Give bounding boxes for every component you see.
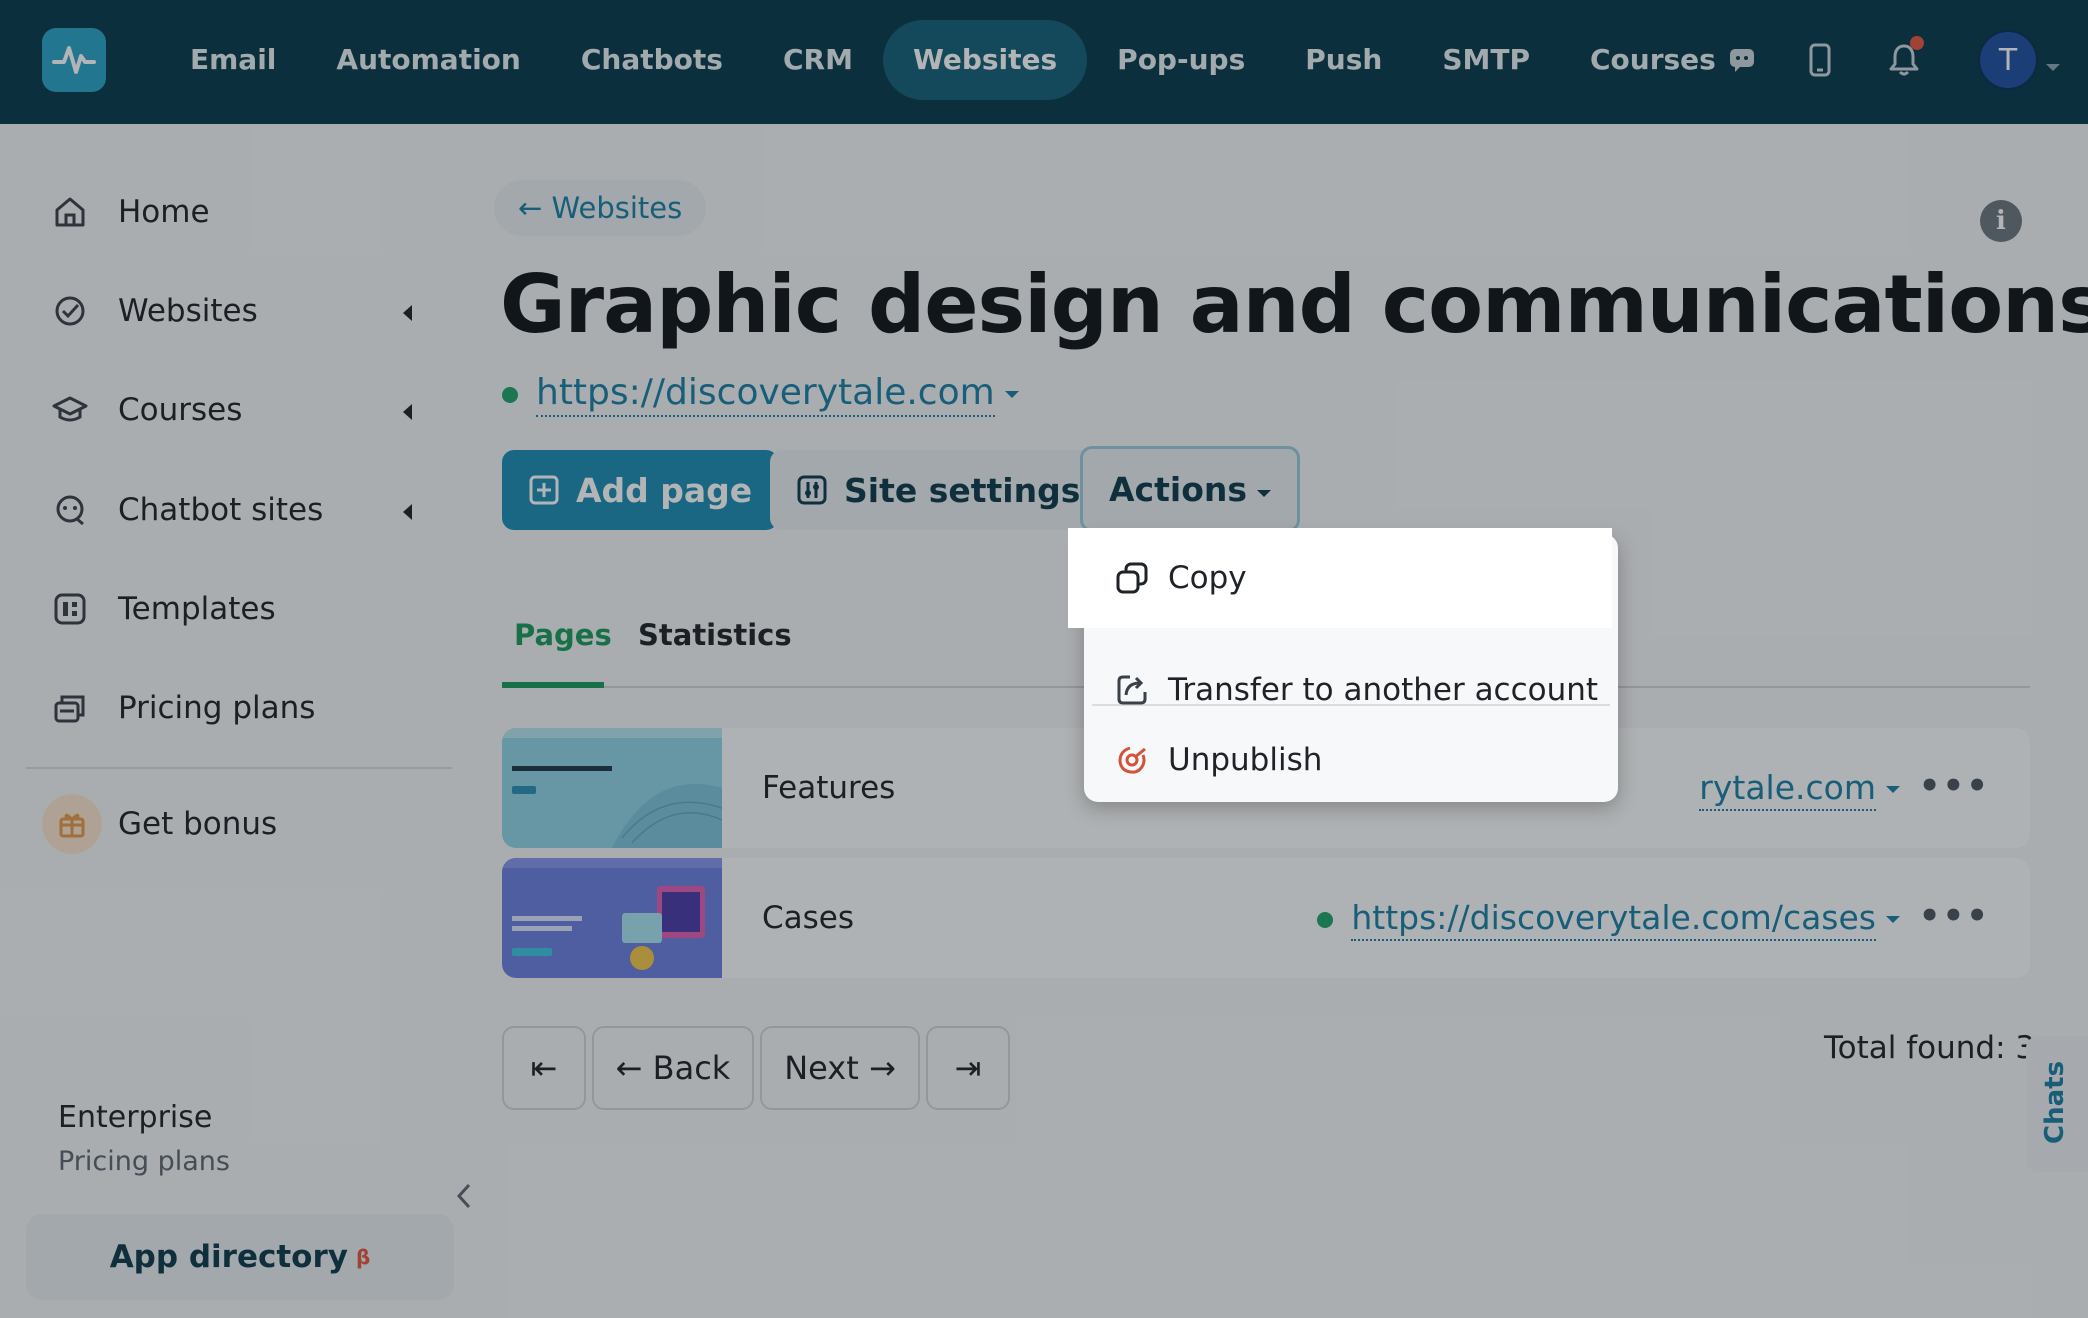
sidebar-divider xyxy=(26,767,452,769)
menu-item-transfer[interactable]: Transfer to another account xyxy=(1084,650,1618,730)
tab-pages[interactable]: Pages xyxy=(502,610,612,688)
page-url-dropdown[interactable]: https://discoverytale.com/cases xyxy=(1317,898,1900,941)
chevron-down-icon[interactable] xyxy=(1886,786,1900,793)
more-options-icon[interactable]: ••• xyxy=(1919,766,1990,806)
page-thumbnail[interactable] xyxy=(502,728,723,848)
sidebar-item-label: Courses xyxy=(118,392,243,428)
sidebar: Home Websites Courses Chatbot sites Temp… xyxy=(0,124,460,1318)
nav-websites[interactable]: Websites xyxy=(882,20,1088,100)
chevron-down-icon[interactable] xyxy=(1004,391,1019,398)
site-url-dropdown[interactable]: https://discoverytale.com xyxy=(502,372,1019,417)
plan-name: Enterprise xyxy=(58,1100,213,1135)
nav-automation[interactable]: Automation xyxy=(306,20,550,100)
menu-item-label: Transfer to another account xyxy=(1168,672,1599,708)
unpublish-icon xyxy=(1114,742,1150,778)
mobile-icon[interactable] xyxy=(1798,38,1842,82)
sidebar-item-get-bonus[interactable]: Get bonus xyxy=(42,794,430,854)
back-button[interactable]: ← Back xyxy=(592,1026,754,1110)
chatbot-icon xyxy=(50,490,90,530)
app-directory-label: App directory xyxy=(109,1239,348,1275)
main-nav: Email Automation Chatbots CRM Websites P… xyxy=(160,20,1746,100)
sidebar-item-label: Home xyxy=(118,194,210,230)
sidebar-item-label: Websites xyxy=(118,293,258,329)
site-url-link[interactable]: https://discoverytale.com xyxy=(536,372,995,417)
actions-dropdown-button[interactable]: Actions xyxy=(1080,446,1300,532)
menu-item-copy[interactable]: Copy xyxy=(1068,528,1612,628)
pricing-icon xyxy=(50,688,90,728)
back-to-websites-button[interactable]: ← Websites xyxy=(494,180,707,236)
gift-icon xyxy=(42,794,102,854)
templates-icon xyxy=(50,589,90,629)
menu-item-copy-row[interactable]: Copy xyxy=(1068,533,1602,623)
last-page-button[interactable]: ⇥ xyxy=(926,1026,1010,1110)
page-title-cell: Features xyxy=(762,770,896,806)
chats-tab-label: Chats xyxy=(2040,1060,2070,1144)
page-url-dropdown[interactable]: rytale.com xyxy=(1699,768,1900,811)
nav-chatbots[interactable]: Chatbots xyxy=(551,20,753,100)
page-title-cell: Cases xyxy=(762,900,855,936)
avatar-chevron-down-icon[interactable] xyxy=(2046,64,2060,71)
nav-push[interactable]: Push xyxy=(1275,20,1412,100)
beta-badge: β xyxy=(355,1245,371,1269)
app-logo-icon[interactable] xyxy=(42,28,106,92)
table-row[interactable]: Cases https://discoverytale.com/cases ••… xyxy=(502,858,2030,978)
graduation-cap-icon xyxy=(50,390,90,430)
page-url-link[interactable]: https://discoverytale.com/cases xyxy=(1351,898,1876,941)
menu-item-label: Unpublish xyxy=(1168,742,1323,778)
notification-badge xyxy=(1910,36,1924,50)
websites-icon xyxy=(50,291,90,331)
bell-icon[interactable] xyxy=(1882,36,1926,82)
tab-statistics[interactable]: Statistics xyxy=(626,610,804,688)
nav-smtp[interactable]: SMTP xyxy=(1412,20,1560,100)
page-title: Graphic design and communications xyxy=(500,258,2088,351)
page-thumbnail[interactable] xyxy=(502,858,722,978)
sidebar-item-pricing-plans[interactable]: Pricing plans xyxy=(50,678,430,738)
collapse-sidebar-icon[interactable] xyxy=(456,1182,472,1214)
site-settings-button[interactable]: Site settings xyxy=(770,450,1107,530)
sidebar-item-label: Templates xyxy=(118,591,276,627)
plus-square-icon xyxy=(528,474,560,506)
add-page-button[interactable]: Add page xyxy=(502,450,779,530)
nav-popups[interactable]: Pop-ups xyxy=(1087,20,1275,100)
total-found: Total found: 3 xyxy=(1824,1030,2036,1066)
nav-crm[interactable]: CRM xyxy=(753,20,883,100)
avatar[interactable]: T xyxy=(1978,30,2038,90)
info-icon[interactable]: i xyxy=(1980,200,2022,242)
first-page-button[interactable]: ⇤ xyxy=(502,1026,586,1110)
transfer-icon xyxy=(1114,672,1150,708)
status-online-dot xyxy=(502,386,518,403)
site-settings-label: Site settings xyxy=(844,470,1081,510)
copy-icon xyxy=(1114,560,1150,596)
caret-left-icon[interactable] xyxy=(403,305,412,321)
status-online-dot xyxy=(1317,911,1334,928)
home-icon xyxy=(50,192,90,232)
nav-email[interactable]: Email xyxy=(160,20,306,100)
pricing-plans-link[interactable]: Pricing plans xyxy=(58,1146,230,1177)
sidebar-item-label: Pricing plans xyxy=(118,690,316,726)
chevron-down-icon[interactable] xyxy=(1886,916,1900,923)
menu-item-label: Copy xyxy=(1168,560,1247,596)
sidebar-item-chatbot-sites[interactable]: Chatbot sites xyxy=(50,480,430,540)
nav-courses[interactable]: Courses xyxy=(1560,20,1746,100)
more-options-icon[interactable]: ••• xyxy=(1919,896,1990,936)
chat-icon[interactable] xyxy=(1720,38,1764,82)
caret-left-icon[interactable] xyxy=(403,404,412,420)
sidebar-item-courses[interactable]: Courses xyxy=(50,380,430,440)
sidebar-item-websites[interactable]: Websites xyxy=(50,281,430,341)
sidebar-item-label: Get bonus xyxy=(118,806,278,842)
add-page-label: Add page xyxy=(576,470,753,510)
chevron-down-icon xyxy=(1257,489,1271,497)
sidebar-item-home[interactable]: Home xyxy=(50,182,430,242)
page-url-link[interactable]: rytale.com xyxy=(1699,768,1876,811)
app-directory-button[interactable]: App directory β xyxy=(26,1214,454,1300)
caret-left-icon[interactable] xyxy=(403,504,412,520)
next-button[interactable]: Next → xyxy=(760,1026,920,1110)
menu-item-unpublish[interactable]: Unpublish xyxy=(1084,720,1618,800)
sidebar-item-label: Chatbot sites xyxy=(118,492,324,528)
top-navigation-bar: Email Automation Chatbots CRM Websites P… xyxy=(0,0,2088,124)
chats-tab[interactable]: Chats xyxy=(2026,1036,2088,1172)
actions-label: Actions xyxy=(1109,469,1247,509)
settings-sliders-icon xyxy=(796,474,828,506)
sidebar-item-templates[interactable]: Templates xyxy=(50,579,430,639)
